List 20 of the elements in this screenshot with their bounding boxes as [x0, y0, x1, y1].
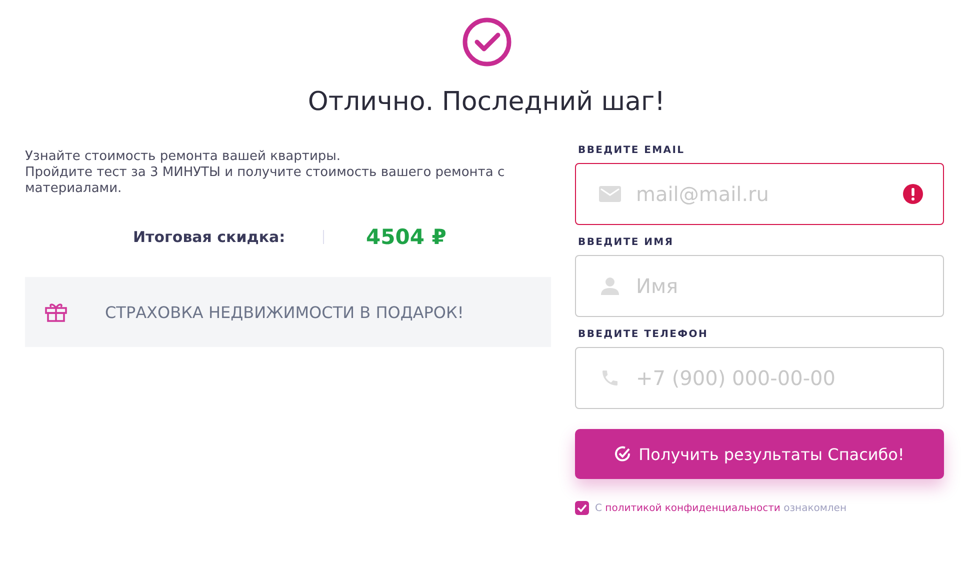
check-circle-icon — [462, 17, 512, 67]
gift-icon — [45, 302, 67, 322]
consent-text: С политикой конфиденциальности ознакомлен — [595, 502, 847, 514]
intro-text: Пройдите тест за 3 МИНУТЫ и получите стоимость вашего ремонта с материалами. — [25, 165, 506, 197]
person-icon — [601, 277, 619, 295]
consent-checkbox[interactable] — [575, 501, 589, 515]
envelope-icon — [599, 186, 621, 202]
check-icon — [614, 446, 631, 462]
phone-icon — [600, 368, 620, 388]
discount-value: 4504 ₽ — [366, 225, 446, 249]
field-label: ВВЕДИТЕ ИМЯ — [578, 237, 675, 248]
field-label: ВВЕДИТЕ ТЕЛЕФОН — [578, 329, 710, 340]
field-label: ВВЕДИТЕ EMAIL — [578, 145, 686, 156]
discount-label: Итоговая скидка: — [133, 228, 286, 246]
privacy-policy-link[interactable]: политикой конфиденциальности — [605, 502, 780, 514]
intro-text: Узнайте стоимость ремонта вашей квартиры. — [25, 149, 342, 165]
submit-button[interactable]: Получить результаты Спасибо! — [575, 429, 944, 479]
error-icon — [903, 184, 923, 204]
bonus-text: СТРАХОВКА НЕДВИЖИМОСТИ В ПОДАРОК! — [105, 302, 464, 322]
page-title: Отлично. Последний шаг! — [308, 87, 666, 117]
